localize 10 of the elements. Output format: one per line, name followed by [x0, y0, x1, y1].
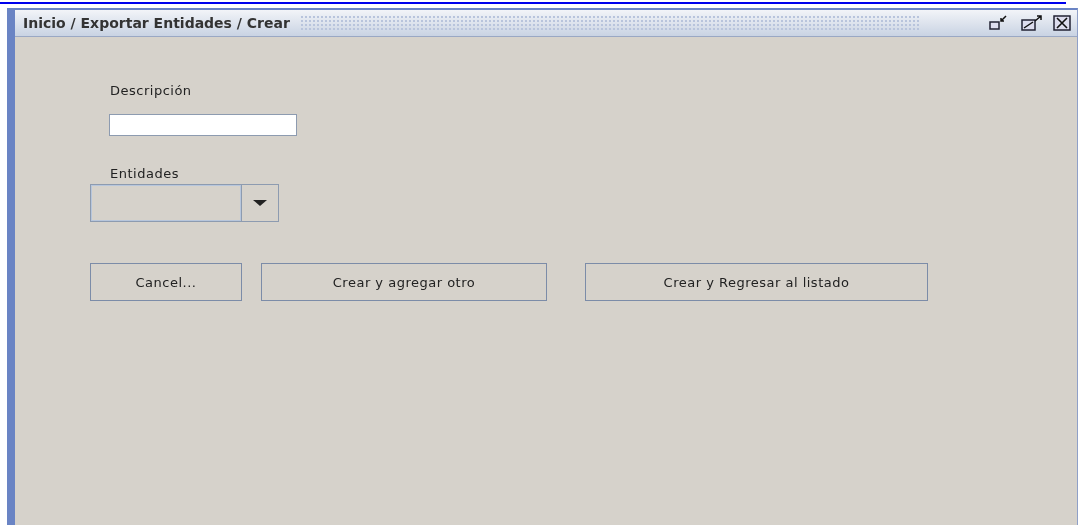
description-field[interactable]	[109, 114, 297, 136]
close-icon[interactable]	[1053, 15, 1071, 31]
window-title: Inicio / Exportar Entidades / Crear	[23, 15, 290, 31]
field-label: Entidades	[110, 166, 179, 181]
field-label: Descripción	[110, 83, 192, 98]
maximize-icon[interactable]	[1021, 15, 1043, 31]
action-button[interactable]: Cancel...	[90, 263, 242, 301]
caret-icon	[253, 199, 267, 207]
action-button[interactable]: Crear y Regresar al listado	[585, 263, 928, 301]
action-button[interactable]: Crear y agregar otro	[261, 263, 547, 301]
